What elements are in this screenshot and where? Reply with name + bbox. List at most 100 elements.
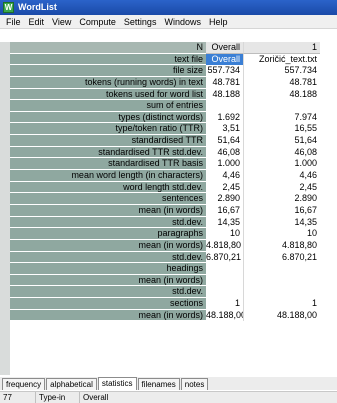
table-row[interactable]: word length std.dev. 2,45 2,45 [0, 181, 337, 194]
file-cell[interactable]: 16,67 [244, 205, 320, 217]
menu-help[interactable]: Help [205, 15, 232, 29]
table-row[interactable]: type/token ratio (TTR) 3,51 16,55 [0, 123, 337, 136]
overall-cell[interactable]: 48.188,00 [206, 309, 244, 322]
menu-settings[interactable]: Settings [120, 15, 161, 29]
file-cell[interactable]: 46,08 [244, 147, 320, 159]
overall-cell[interactable]: 1.692 [206, 111, 244, 124]
overall-cell[interactable]: 1.000 [206, 158, 244, 171]
file-cell[interactable] [244, 286, 320, 298]
overall-cell[interactable] [206, 274, 244, 287]
table-row[interactable]: tokens used for word list 48.188 48.188 [0, 88, 337, 101]
file-cell[interactable] [244, 100, 320, 112]
table-row[interactable]: std.dev. [0, 286, 337, 299]
tab-frequency[interactable]: frequency [2, 378, 46, 390]
table-row[interactable]: mean word length (in characters) 4,46 4,46 [0, 170, 337, 182]
overall-cell[interactable]: 14,35 [206, 216, 244, 229]
file-cell[interactable]: 14,35 [244, 217, 320, 229]
file-cell[interactable]: 4.818,80 [244, 240, 320, 252]
file-cell[interactable]: 7.974 [244, 112, 320, 124]
row-label: type/token ratio (TTR) [10, 123, 206, 136]
overall-cell[interactable]: 2,45 [206, 181, 244, 194]
row-label: mean word length (in characters) [10, 170, 206, 182]
overall-cell[interactable] [206, 286, 244, 299]
file-cell[interactable]: 4,46 [244, 170, 320, 182]
table-row[interactable]: sum of entries [0, 100, 337, 112]
tab-statistics[interactable]: statistics [97, 377, 137, 390]
table-row[interactable]: mean (in words) 16,67 16,67 [0, 204, 337, 217]
menu-file[interactable]: File [2, 15, 25, 29]
menu-compute[interactable]: Compute [75, 15, 120, 29]
table-row[interactable]: sentences 2.890 2.890 [0, 193, 337, 205]
row-label: sum of entries [10, 100, 206, 112]
file-cell[interactable]: 2.890 [244, 193, 320, 205]
menu-edit[interactable]: Edit [25, 15, 49, 29]
row-label: mean (in words) [10, 274, 206, 287]
table-row[interactable]: sections 1 1 [0, 298, 337, 310]
table-row[interactable]: std.dev. 6.870,21 6.870,21 [0, 251, 337, 264]
table-row[interactable]: standardised TTR std.dev. 46,08 46,08 [0, 146, 337, 159]
file-cell[interactable]: 6.870,21 [244, 252, 320, 264]
overall-cell[interactable]: 4,46 [206, 170, 244, 182]
tab-notes[interactable]: notes [180, 378, 209, 390]
overall-cell[interactable] [206, 263, 244, 275]
overall-cell[interactable] [206, 100, 244, 112]
overall-cell[interactable]: 10 [206, 228, 244, 240]
file-cell[interactable] [244, 263, 320, 275]
file-cell[interactable]: 16,55 [244, 123, 320, 135]
table-row[interactable]: standardised TTR basis 1.000 1.000 [0, 158, 337, 171]
file-cell[interactable]: 48.188,00 [244, 310, 320, 322]
row-label: tokens (running words) in text [10, 76, 206, 89]
table-row[interactable]: mean (in words) [0, 274, 337, 287]
table-row[interactable]: mean (in words) 48.188,00 48.188,00 [0, 309, 337, 322]
overall-cell[interactable]: 2.890 [206, 193, 244, 205]
table-row[interactable]: tokens (running words) in text 48.781 48.7… [0, 76, 337, 89]
file-cell[interactable]: 48.781 [244, 77, 320, 89]
table-row[interactable]: text file Overall Zoričić_text.txt [0, 53, 337, 66]
statistics-grid[interactable]: N Overall 1 text file Overall Zoričić_text… [0, 42, 337, 322]
file-cell[interactable]: 1 [244, 298, 320, 310]
overall-cell[interactable]: 46,08 [206, 146, 244, 159]
window-title: WordList [18, 2, 57, 12]
overall-cell[interactable]: Overall [206, 53, 244, 66]
menu-bar: File Edit View Compute Settings Windows … [0, 15, 337, 29]
overall-cell[interactable]: 16,67 [206, 204, 244, 217]
file-cell[interactable]: 48.188 [244, 89, 320, 101]
menu-windows[interactable]: Windows [160, 15, 205, 29]
file-cell[interactable]: 557.734 [244, 65, 320, 77]
row-label: standardised TTR basis [10, 158, 206, 171]
table-row[interactable]: headings [0, 263, 337, 275]
overall-cell[interactable]: 4.818,80 [206, 239, 244, 252]
file-cell[interactable]: 51,64 [244, 135, 320, 147]
table-row[interactable]: mean (in words) 4.818,80 4.818,80 [0, 239, 337, 252]
header-label: N [10, 42, 206, 54]
overall-cell[interactable]: 6.870,21 [206, 251, 244, 264]
file-cell[interactable]: Zoričić_text.txt [244, 54, 320, 66]
tab-alphabetical[interactable]: alphabetical [46, 378, 97, 390]
table-row[interactable]: std.dev. 14,35 14,35 [0, 216, 337, 229]
toolbar-area [0, 29, 337, 42]
table-row[interactable]: file size 557.734 557.734 [0, 65, 337, 77]
header-overall[interactable]: Overall [206, 42, 244, 54]
menu-view[interactable]: View [48, 15, 75, 29]
tab-bar: frequency alphabetical statistics filenames… [0, 377, 337, 390]
wordlist-app-icon: W [3, 2, 14, 13]
row-label: std.dev. [10, 251, 206, 264]
overall-cell[interactable]: 3,51 [206, 123, 244, 136]
overall-cell[interactable]: 557.734 [206, 65, 244, 77]
row-label: mean (in words) [10, 239, 206, 252]
tab-filenames[interactable]: filenames [137, 378, 180, 390]
overall-cell[interactable]: 48.188 [206, 88, 244, 101]
file-cell[interactable]: 10 [244, 228, 320, 240]
table-row[interactable]: types (distinct words) 1.692 7.974 [0, 111, 337, 124]
table-row[interactable]: standardised TTR 51,64 51,64 [0, 135, 337, 147]
header-file[interactable]: 1 [244, 42, 320, 54]
table-row[interactable]: paragraphs 10 10 [0, 228, 337, 240]
file-cell[interactable]: 1.000 [244, 158, 320, 170]
overall-cell[interactable]: 51,64 [206, 135, 244, 147]
row-label: std.dev. [10, 216, 206, 229]
file-cell[interactable] [244, 275, 320, 287]
file-cell[interactable]: 2,45 [244, 182, 320, 194]
status-count: 77 [0, 392, 36, 403]
overall-cell[interactable]: 48.781 [206, 76, 244, 89]
overall-cell[interactable]: 1 [206, 298, 244, 310]
